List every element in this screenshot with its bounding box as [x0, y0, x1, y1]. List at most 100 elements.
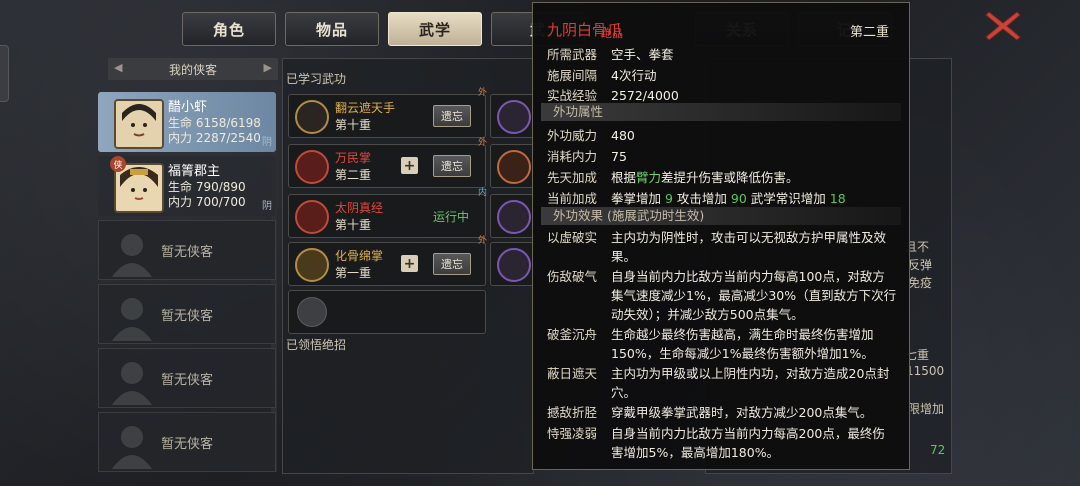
character-tag: 阴 [262, 137, 272, 148]
row-highlight: 臂力 [636, 170, 662, 185]
skill-icon [497, 248, 531, 282]
skill-icon [295, 200, 329, 234]
skill-level: 第十重 [335, 218, 372, 232]
row-number: 9 [664, 191, 673, 206]
character-mp: 内力 2287/2540 [168, 131, 261, 145]
effect-desc: 生命越少最终伤害越高，满生命时最终伤害增加150%，生命每减少1%最终伤害额外增… [611, 327, 874, 361]
skill-icon [295, 248, 329, 282]
learned-title: 已学习武功 [286, 72, 347, 86]
running-status: 运行中 [433, 210, 470, 224]
skill-type-badge: 外 [477, 138, 487, 148]
skill-icon [497, 100, 531, 134]
row-key: 实战经验 [547, 88, 598, 103]
section-attributes: 外功属性 [541, 103, 901, 121]
character-item[interactable]: 醋小虾 生命 6158/6198 内力 2287/2540 阴 [98, 92, 276, 152]
effect-item: 撼敌折胫 穿戴甲级拳掌武器时，对敌方减少200点集气。 [547, 403, 897, 422]
effect-desc: 穿戴甲级拳掌武器时，对敌方减少200点集气。 [611, 405, 873, 420]
empty-slot-label: 暂无侠客 [160, 244, 213, 260]
tab-role[interactable]: 角色 [182, 12, 276, 46]
tooltip-row: 消耗内力 75 [547, 146, 627, 165]
comprehended-title: 已领悟绝招 [286, 338, 347, 352]
effect-key: 恃强凌弱 [547, 426, 598, 441]
skill-name: 化骨绵掌 [335, 249, 384, 263]
forget-button[interactable]: 遗忘 [433, 105, 471, 127]
empty-slot[interactable]: 暂无侠客 [98, 220, 276, 280]
empty-slot-label: 暂无侠客 [160, 436, 213, 452]
empty-slot[interactable]: 暂无侠客 [98, 412, 276, 472]
empty-slot[interactable]: 暂无侠客 [98, 284, 276, 344]
skill-name: 太阴真经 [335, 201, 384, 215]
skill-name: 翻云遮天手 [335, 101, 396, 115]
empty-skill-slot[interactable] [288, 290, 486, 334]
skill-card[interactable]: 化骨绵掌 第一重 + 遗忘 外 [288, 236, 487, 286]
tab-martial-arts[interactable]: 武学 [388, 12, 482, 46]
list-header: ◀ 我的侠客 ▶ [108, 58, 278, 80]
row-value: 拳掌增加 [611, 191, 665, 206]
skill-type-badge: 外 [477, 236, 487, 246]
effect-desc: 自身当前内力比敌方当前内力每高100点，对敌方集气速度减少1%，最高减少30%（… [611, 269, 897, 322]
tooltip-row: 外功威力 480 [547, 125, 635, 144]
effect-item: 恃强凌弱 自身当前内力比敌方当前内力每高200点，最终伤害增加5%，最高增加180… [547, 424, 897, 462]
silhouette-icon [112, 362, 152, 405]
forget-button[interactable]: 遗忘 [433, 253, 471, 275]
right-panel-text: 11500 [906, 364, 945, 378]
row-number: 18 [829, 191, 846, 206]
right-panel-text: 免疫 [908, 276, 933, 290]
skill-icon [295, 100, 329, 134]
plus-icon[interactable]: + [401, 255, 418, 272]
skill-card-partial[interactable] [490, 242, 534, 286]
silhouette-icon [112, 426, 152, 469]
section-effects: 外功效果 (施展武功时生效) [541, 207, 901, 225]
row-value: 空手、拳套 [611, 47, 674, 62]
skill-card[interactable]: 翻云遮天手 第十重 遗忘 外 [288, 88, 487, 138]
skill-level: 第一重 [335, 266, 372, 280]
character-mp: 内力 700/700 [168, 195, 246, 209]
row-value: 根据 [611, 170, 637, 185]
forget-button[interactable]: 遗忘 [433, 155, 471, 177]
effect-desc: 自身当前内力比敌方当前内力每高200点，最终伤害增加5%，最高增加180%。 [611, 426, 885, 460]
character-badge: 侠 [110, 156, 126, 172]
right-panel-value: 72 [930, 443, 946, 457]
skill-level: 第十重 [335, 118, 372, 132]
arrow-right-icon[interactable]: ▶ [264, 61, 272, 74]
tab-items[interactable]: 物品 [285, 12, 379, 46]
skill-card[interactable]: 太阴真经 第十重 运行中 内 [288, 188, 487, 238]
tooltip-row: 当前加成 拳掌增加 9 攻击增加 90 武学常识增加 18 [547, 188, 846, 207]
side-handle[interactable] [0, 45, 9, 102]
tooltip-tier: 绝品 [601, 27, 623, 40]
row-value: 差提升伤害或降低伤害。 [661, 170, 799, 185]
row-key: 当前加成 [547, 191, 598, 206]
skill-level: 第二重 [335, 168, 372, 182]
skill-icon [497, 200, 531, 234]
character-item[interactable]: 侠 福箐郡主 生命 790/890 内力 700/700 阴 [98, 156, 276, 216]
character-name: 福箐郡主 [168, 164, 221, 179]
skill-tooltip: 九阴白骨爪 绝品 第二重 所需武器 空手、拳套 施展间隔 4次行动 实战经验 2572… [532, 2, 910, 470]
row-key: 外功威力 [547, 128, 598, 143]
tooltip-row: 施展间隔 4次行动 [547, 65, 656, 84]
list-header-label: 我的侠客 [168, 62, 217, 77]
row-key: 所需武器 [547, 47, 598, 62]
effect-key: 破釜沉舟 [547, 327, 598, 342]
effect-key: 以虚破实 [547, 230, 598, 245]
skill-name: 万民掌 [335, 151, 372, 165]
arrow-left-icon[interactable]: ◀ [114, 61, 122, 74]
effect-item: 破釜沉舟 生命越少最终伤害越高，满生命时最终伤害增加150%，生命每减少1%最终伤… [547, 325, 897, 363]
empty-slot-label: 暂无侠客 [160, 308, 213, 324]
close-icon[interactable] [983, 8, 1023, 44]
tooltip-row: 实战经验 2572/4000 [547, 85, 679, 104]
row-key: 施展间隔 [547, 68, 598, 83]
empty-slot[interactable]: 暂无侠客 [98, 348, 276, 408]
row-value: 2572/4000 [611, 88, 679, 103]
row-number: 90 [730, 191, 747, 206]
skill-card-partial[interactable] [490, 144, 534, 188]
skill-type-badge: 内 [477, 188, 487, 198]
row-value: 攻击增加 [672, 191, 731, 206]
skill-card[interactable]: 万民掌 第二重 + 遗忘 外 [288, 138, 487, 188]
tooltip-rank: 第二重 [849, 25, 889, 40]
skill-card-partial[interactable] [490, 194, 534, 238]
tooltip-row: 所需武器 空手、拳套 [547, 44, 674, 63]
plus-icon[interactable]: + [401, 157, 418, 174]
skill-card-partial[interactable] [490, 94, 534, 138]
effect-item: 蔽日遮天 主内功为甲级或以上阴性内功，对敌方造成20点封穴。 [547, 364, 897, 402]
silhouette-icon [112, 298, 152, 341]
